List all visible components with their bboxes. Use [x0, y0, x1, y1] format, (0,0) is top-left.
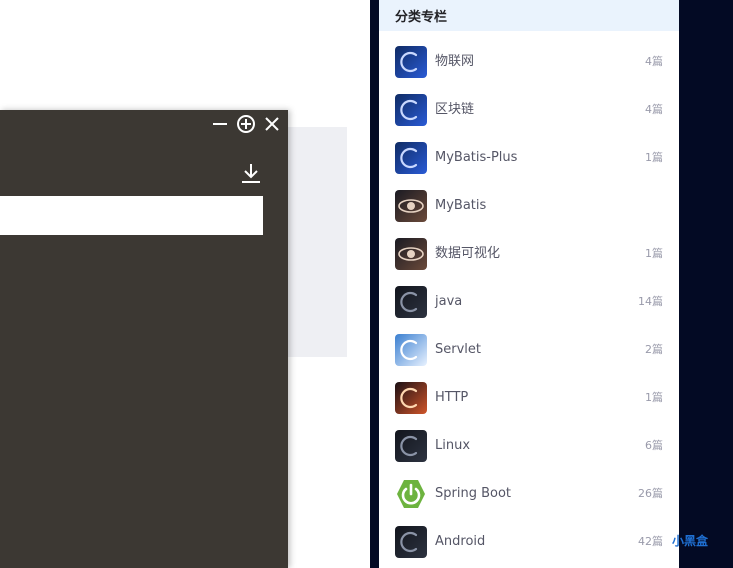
- dark-c-icon: [395, 526, 427, 558]
- category-item[interactable]: Linux 6篇: [379, 415, 679, 463]
- category-count: 4篇: [645, 55, 663, 68]
- light-c-icon: [395, 334, 427, 366]
- category-count: 1篇: [645, 151, 663, 164]
- category-name[interactable]: java: [435, 294, 462, 310]
- category-name[interactable]: Spring Boot: [435, 486, 511, 502]
- dark-c-icon: [395, 430, 427, 462]
- category-name[interactable]: Servlet: [435, 342, 481, 358]
- spring-power-icon: [395, 478, 427, 510]
- eye-icon: [395, 238, 427, 270]
- category-header: 分类专栏: [379, 0, 679, 31]
- popup-text-input[interactable]: [0, 196, 263, 235]
- category-count: 14篇: [638, 295, 663, 308]
- category-name[interactable]: Linux: [435, 438, 470, 454]
- category-item[interactable]: 区块链 4篇: [379, 79, 679, 127]
- category-item[interactable]: Servlet 2篇: [379, 319, 679, 367]
- category-name[interactable]: MyBatis: [435, 198, 486, 214]
- blue-c-icon: [395, 142, 427, 174]
- category-name[interactable]: MyBatis-Plus: [435, 150, 517, 166]
- minimize-icon[interactable]: [210, 114, 230, 134]
- dark-c-icon: [395, 286, 427, 318]
- category-name[interactable]: HTTP: [435, 390, 468, 406]
- category-item[interactable]: MyBatis: [379, 175, 679, 223]
- category-count: 1篇: [645, 247, 663, 260]
- add-circle-icon[interactable]: [236, 114, 256, 134]
- category-item[interactable]: 数据可视化 1篇: [379, 223, 679, 271]
- category-item[interactable]: Spring Boot 26篇: [379, 463, 679, 511]
- category-name[interactable]: 数据可视化: [435, 246, 500, 262]
- close-icon[interactable]: [262, 114, 282, 134]
- category-name[interactable]: Android: [435, 534, 485, 550]
- category-sidebar: 分类专栏 物联网 4篇 区块链 4篇 MyBatis-Plus 1篇 MyBatis 数据可视…: [379, 0, 679, 568]
- blue-c-icon: [395, 46, 427, 78]
- category-item[interactable]: 物联网 4篇: [379, 31, 679, 79]
- category-count: 42篇: [638, 535, 663, 548]
- category-item[interactable]: Android 42篇: [379, 511, 679, 559]
- category-count: 4篇: [645, 103, 663, 116]
- category-item[interactable]: java 14篇: [379, 271, 679, 319]
- category-count: 2篇: [645, 343, 663, 356]
- category-name[interactable]: 物联网: [435, 54, 474, 70]
- category-count: 1篇: [645, 391, 663, 404]
- category-list: 物联网 4篇 区块链 4篇 MyBatis-Plus 1篇 MyBatis 数据可视化 1篇 ja…: [379, 31, 679, 559]
- category-count: 6篇: [645, 439, 663, 452]
- category-count: 26篇: [638, 487, 663, 500]
- category-item[interactable]: MyBatis-Plus 1篇: [379, 127, 679, 175]
- blue-c-icon: [395, 94, 427, 126]
- popup-window: [0, 110, 288, 568]
- download-icon[interactable]: [240, 162, 262, 184]
- category-item[interactable]: HTTP 1篇: [379, 367, 679, 415]
- fire-c-icon: [395, 382, 427, 414]
- watermark-text: 小黑盒: [672, 534, 709, 548]
- eye-icon: [395, 190, 427, 222]
- category-name[interactable]: 区块链: [435, 102, 474, 118]
